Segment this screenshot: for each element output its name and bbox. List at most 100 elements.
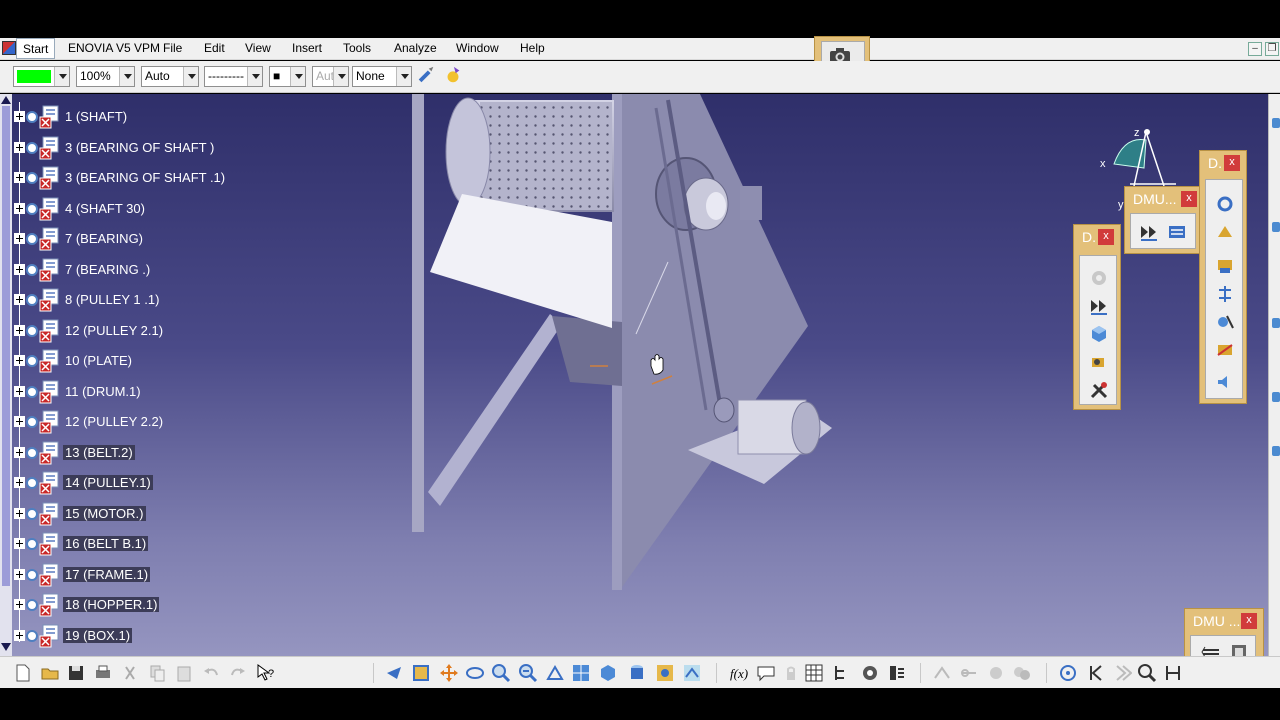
strip-icon[interactable] bbox=[1272, 222, 1280, 232]
scroll-down-arrow-icon[interactable] bbox=[1, 643, 11, 651]
zoom-in-icon[interactable] bbox=[491, 663, 511, 683]
close-icon[interactable]: x bbox=[1098, 229, 1114, 245]
menu-edit[interactable]: Edit bbox=[204, 41, 225, 55]
constraint-icon[interactable] bbox=[932, 663, 952, 683]
fast-forward-icon[interactable] bbox=[1089, 296, 1109, 316]
close-icon[interactable]: x bbox=[1224, 155, 1240, 171]
menu-enovia[interactable]: ENOVIA V5 VPM bbox=[68, 41, 160, 55]
tree-expand-icon[interactable] bbox=[832, 663, 852, 683]
fit-all-icon[interactable] bbox=[411, 663, 431, 683]
layer-combo[interactable]: None bbox=[352, 66, 412, 87]
tree-scrollbar[interactable] bbox=[0, 94, 12, 656]
redo-icon[interactable] bbox=[228, 663, 248, 683]
gear-disabled-icon[interactable] bbox=[1089, 268, 1109, 288]
copy-icon[interactable] bbox=[147, 663, 167, 683]
scroll-up-arrow-icon[interactable] bbox=[1, 96, 11, 104]
multi-view-icon[interactable] bbox=[571, 663, 591, 683]
camera-video-icon[interactable] bbox=[1089, 352, 1109, 372]
restore-icon[interactable]: ❐ bbox=[1265, 42, 1279, 56]
whats-this-icon[interactable]: ? bbox=[256, 663, 276, 683]
target-icon[interactable] bbox=[1058, 663, 1078, 683]
distance-icon[interactable] bbox=[1215, 284, 1235, 304]
sound-icon[interactable] bbox=[1215, 372, 1235, 392]
rotate-view-icon[interactable] bbox=[465, 663, 485, 683]
clash-icon[interactable] bbox=[1215, 256, 1235, 276]
expand-plus-icon[interactable] bbox=[14, 202, 25, 214]
expand-plus-icon[interactable] bbox=[14, 629, 25, 641]
expand-plus-icon[interactable] bbox=[14, 294, 25, 305]
undo-icon[interactable] bbox=[201, 663, 221, 683]
point-symbol-combo[interactable]: ■ bbox=[269, 66, 306, 87]
expand-plus-icon[interactable] bbox=[14, 111, 25, 122]
format-painter-icon[interactable] bbox=[416, 65, 436, 85]
new-icon[interactable] bbox=[13, 663, 33, 683]
scroll-thumb[interactable] bbox=[2, 106, 10, 586]
normal-view-icon[interactable] bbox=[545, 663, 565, 683]
expand-plus-icon[interactable] bbox=[14, 446, 25, 458]
cube-icon[interactable] bbox=[1089, 324, 1109, 344]
transparency-combo[interactable]: 100% bbox=[76, 66, 135, 87]
simulation-player-icon[interactable] bbox=[1139, 222, 1159, 242]
minimize-icon[interactable]: – bbox=[1248, 42, 1262, 56]
table-icon[interactable] bbox=[804, 663, 824, 683]
measure-icon[interactable] bbox=[1215, 340, 1235, 360]
formula-icon[interactable]: f(x) bbox=[729, 663, 749, 683]
expand-plus-icon[interactable] bbox=[14, 141, 25, 153]
cut-icon[interactable] bbox=[120, 663, 140, 683]
tools-icon[interactable] bbox=[1089, 380, 1109, 400]
expand-plus-icon[interactable] bbox=[14, 599, 25, 610]
hide-show-icon[interactable] bbox=[655, 663, 675, 683]
menu-start[interactable]: Start bbox=[16, 38, 56, 59]
swap-space-icon[interactable] bbox=[682, 663, 702, 683]
expand-plus-icon[interactable] bbox=[14, 263, 25, 275]
expand-plus-icon[interactable] bbox=[14, 416, 25, 427]
close-icon[interactable]: x bbox=[1241, 613, 1257, 629]
expand-plus-icon[interactable] bbox=[14, 355, 25, 366]
expand-plus-icon[interactable] bbox=[14, 324, 25, 336]
track-icon[interactable] bbox=[1167, 222, 1187, 242]
menu-help[interactable]: Help bbox=[520, 41, 545, 55]
search-icon[interactable] bbox=[1137, 663, 1157, 683]
print-icon[interactable] bbox=[93, 663, 113, 683]
line-type-combo[interactable]: --------- bbox=[204, 66, 263, 87]
iso-view-icon[interactable] bbox=[598, 663, 618, 683]
expand-plus-icon[interactable] bbox=[14, 385, 25, 397]
color-combo[interactable] bbox=[13, 66, 70, 87]
catalog-icon[interactable] bbox=[887, 663, 907, 683]
menu-window[interactable]: Window bbox=[456, 41, 499, 55]
expand-plus-icon[interactable] bbox=[14, 568, 25, 580]
section-icon[interactable] bbox=[1215, 312, 1235, 332]
fly-mode-icon[interactable] bbox=[384, 663, 404, 683]
close-icon[interactable]: x bbox=[1181, 191, 1197, 207]
strip-icon[interactable] bbox=[1272, 446, 1280, 456]
menu-insert[interactable]: Insert bbox=[292, 41, 322, 55]
knowledge-icon[interactable] bbox=[860, 663, 880, 683]
menu-file[interactable]: File bbox=[163, 41, 182, 55]
link-icon[interactable] bbox=[959, 663, 979, 683]
strip-icon[interactable] bbox=[1272, 118, 1280, 128]
zoom-out-icon[interactable] bbox=[518, 663, 538, 683]
menu-analyze[interactable]: Analyze bbox=[394, 41, 437, 55]
sweep-icon[interactable] bbox=[1215, 222, 1235, 242]
shading-icon[interactable] bbox=[627, 663, 647, 683]
measure-between-icon[interactable] bbox=[1163, 663, 1183, 683]
paste-icon[interactable] bbox=[174, 663, 194, 683]
lock-icon[interactable] bbox=[781, 663, 801, 683]
next-icon[interactable] bbox=[1112, 663, 1132, 683]
hand-icon[interactable] bbox=[986, 663, 1006, 683]
expand-plus-icon[interactable] bbox=[14, 172, 25, 183]
expand-plus-icon[interactable] bbox=[14, 233, 25, 244]
menu-tools[interactable]: Tools bbox=[343, 41, 371, 55]
save-icon[interactable] bbox=[66, 663, 86, 683]
first-icon[interactable] bbox=[1086, 663, 1106, 683]
open-icon[interactable] bbox=[40, 663, 60, 683]
graphic-properties-icon[interactable] bbox=[443, 65, 463, 85]
line-weight-combo[interactable]: Auto bbox=[141, 66, 199, 87]
catia-app-icon[interactable] bbox=[2, 41, 16, 55]
pan-icon[interactable] bbox=[439, 663, 459, 683]
expand-plus-icon[interactable] bbox=[14, 507, 25, 519]
strip-icon[interactable] bbox=[1272, 318, 1280, 328]
expand-plus-icon[interactable] bbox=[14, 477, 25, 488]
group-icon[interactable] bbox=[1012, 663, 1032, 683]
comment-icon[interactable] bbox=[756, 663, 776, 683]
